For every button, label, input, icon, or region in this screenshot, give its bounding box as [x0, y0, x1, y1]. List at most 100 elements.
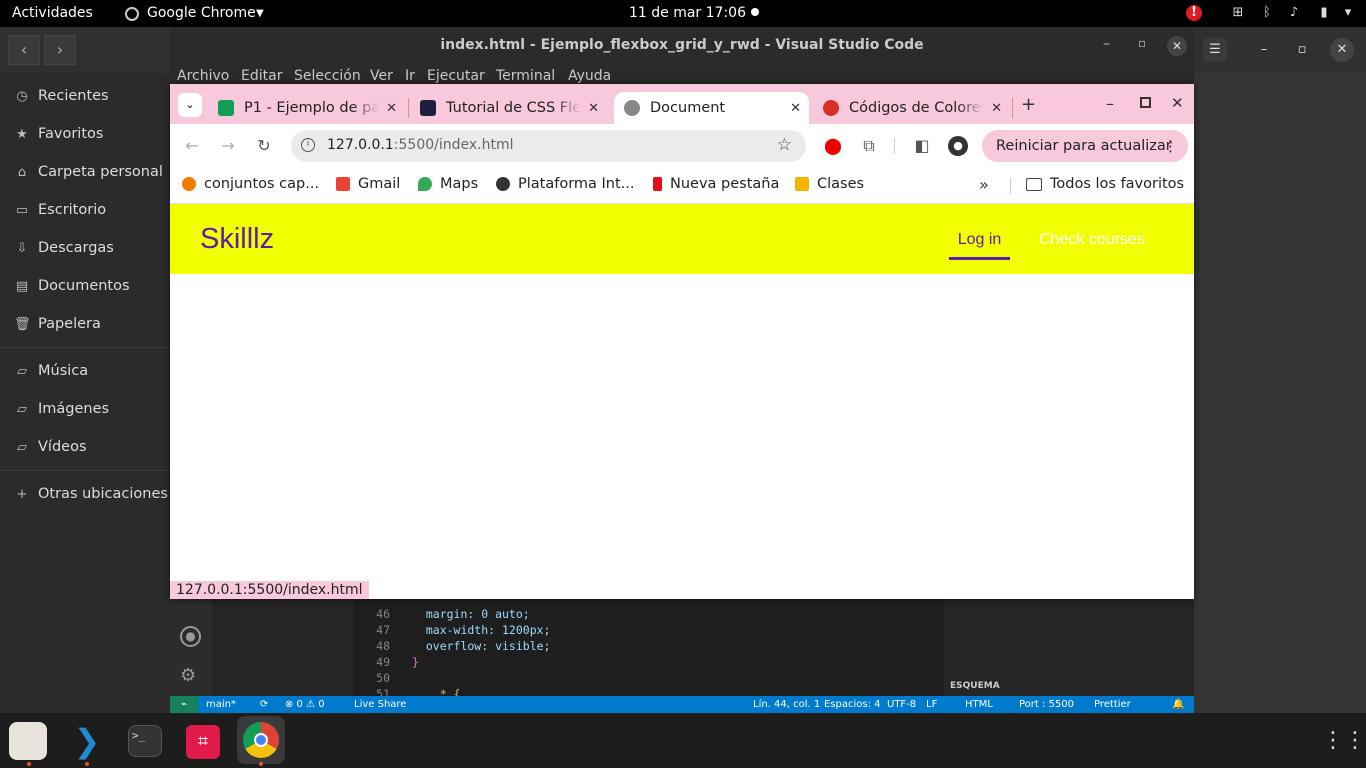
extensions-icon[interactable]: ⧉	[859, 136, 879, 156]
live-share-status[interactable]: Live Share	[354, 699, 406, 710]
new-tab-icon[interactable]: +	[1021, 94, 1036, 115]
menu-archivo[interactable]: Archivo	[177, 68, 229, 84]
back-icon[interactable]: ←	[182, 136, 202, 156]
relaunch-button[interactable]: Reiniciar para actualizar ⋮	[982, 130, 1188, 162]
tab-search-icon[interactable]: ⌄	[178, 93, 202, 117]
system-top-bar: Actividades Google Chrome ▼ 11 de mar 17…	[0, 0, 1366, 27]
address-bar[interactable]: i 127.0.0.1:5500/index.html ☆	[291, 130, 806, 162]
alert-icon[interactable]: !	[1186, 5, 1202, 21]
remote-icon[interactable]: ⌁	[170, 696, 198, 713]
problems-status[interactable]: ⊗ 0 ⚠ 0	[285, 699, 325, 710]
sidebar-item-recientes[interactable]: ◷ Recientes	[14, 85, 108, 107]
branch-status[interactable]: main*	[206, 699, 236, 710]
sidebar-item-escritorio[interactable]: ▭ Escritorio	[14, 199, 106, 221]
back-icon[interactable]: ‹	[8, 35, 40, 65]
chevron-down-icon[interactable]: ▾	[1340, 5, 1356, 21]
vscode-explorer	[212, 599, 354, 696]
info-icon[interactable]: i	[301, 138, 315, 152]
bookmark-conjuntos[interactable]: conjuntos cap...	[182, 176, 319, 192]
sync-icon[interactable]: ⟳	[260, 699, 268, 710]
code-editor[interactable]: 46 margin: 0 auto; 47 max-width: 1200px;…	[354, 599, 934, 696]
side-panel-icon[interactable]: ◧	[912, 136, 932, 156]
maximize-icon[interactable]	[1140, 97, 1151, 108]
bluetooth-icon[interactable]: ᛒ	[1259, 5, 1275, 21]
network-icon[interactable]: ⊞	[1230, 5, 1246, 21]
terminal-app-icon[interactable]: >_	[128, 725, 162, 757]
prettier-status[interactable]: Prettier	[1094, 699, 1131, 710]
reload-icon[interactable]: ↻	[254, 136, 274, 156]
language-status[interactable]: HTML	[965, 699, 993, 710]
tab-flex-tutorial[interactable]: Tutorial de CSS Flex ✕	[412, 92, 607, 124]
more-icon[interactable]: ⋮	[1163, 130, 1178, 162]
app-menu[interactable]: Google Chrome	[147, 5, 256, 21]
bell-icon[interactable]: 🔔	[1172, 699, 1184, 710]
vscode-app-icon[interactable]: ❯	[67, 722, 107, 760]
indentation-status[interactable]: Espacios: 4	[824, 699, 881, 710]
tab-p1[interactable]: P1 - Ejemplo de pág ✕	[210, 92, 405, 124]
sidebar-item-favoritos[interactable]: ★ Favoritos	[14, 123, 103, 145]
all-bookmarks-button[interactable]: Todos los favoritos	[1026, 176, 1184, 192]
port-status[interactable]: Port : 5500	[1019, 699, 1074, 710]
sidebar-item-videos[interactable]: ▱ Vídeos	[14, 436, 87, 458]
minimize-icon[interactable]: –	[1103, 36, 1110, 52]
bookmark-plataforma[interactable]: Plataforma Int...	[496, 176, 635, 192]
code-line: * {	[412, 687, 461, 696]
bookmark-maps[interactable]: Maps	[418, 176, 478, 192]
volume-icon[interactable]: ♪	[1286, 5, 1302, 21]
sidebar-item-musica[interactable]: ▱ Música	[14, 360, 88, 382]
gear-icon[interactable]: ⚙	[180, 665, 196, 686]
close-icon[interactable]: ✕	[790, 101, 801, 116]
menu-ejecutar[interactable]: Ejecutar	[427, 68, 485, 84]
divider	[1010, 178, 1011, 194]
bookmark-gmail[interactable]: Gmail	[336, 176, 400, 192]
menu-editar[interactable]: Editar	[241, 68, 282, 84]
running-indicator	[27, 762, 31, 766]
menu-ir[interactable]: Ir	[405, 68, 415, 84]
forward-icon[interactable]: ›	[44, 35, 76, 65]
sidebar-item-documentos[interactable]: ▤ Documentos	[14, 275, 130, 297]
close-icon[interactable]: ✕	[386, 101, 397, 116]
encoding-status[interactable]: UTF-8	[887, 699, 916, 710]
menu-ayuda[interactable]: Ayuda	[568, 68, 611, 84]
bookmark-nueva-pestana[interactable]: Nueva pestaña	[653, 176, 779, 192]
minimize-icon[interactable]: –	[1106, 94, 1114, 113]
nav-login-link[interactable]: Log in	[949, 204, 1010, 260]
nav-check-courses-link[interactable]: Check courses	[1039, 231, 1145, 249]
close-icon[interactable]: ✕	[1171, 94, 1184, 112]
close-icon[interactable]: ✕	[588, 101, 599, 116]
files-app-icon[interactable]	[9, 722, 47, 760]
close-icon[interactable]: ✕	[991, 101, 1002, 116]
minimize-icon[interactable]: –	[1252, 38, 1276, 62]
menu-ver[interactable]: Ver	[370, 68, 393, 84]
sidebar-item-papelera[interactable]: 🗑 Papelera	[14, 313, 101, 335]
battery-icon[interactable]: ▮	[1316, 5, 1332, 21]
sidebar-item-otras-ubicaciones[interactable]: + Otras ubicaciones	[14, 483, 168, 505]
menu-icon[interactable]: ☰	[1203, 38, 1227, 62]
maximize-icon[interactable]: ▫	[1138, 36, 1146, 50]
activities-button[interactable]: Actividades	[12, 5, 93, 21]
clock[interactable]: 11 de mar 17:06	[629, 5, 746, 21]
menu-terminal[interactable]: Terminal	[496, 68, 555, 84]
profile-avatar[interactable]: ●	[948, 136, 968, 156]
tab-document[interactable]: Document ✕	[614, 92, 809, 124]
screenshot-app-icon[interactable]: ⌗	[186, 725, 220, 759]
bookmark-clases[interactable]: Clases	[795, 176, 864, 192]
site-logo[interactable]: Skilllz	[200, 223, 274, 256]
maximize-icon[interactable]: ▫	[1290, 38, 1314, 62]
chevron-right-icon[interactable]: »	[979, 175, 989, 194]
sidebar-item-descargas[interactable]: ⇩ Descargas	[14, 237, 114, 259]
outline-header[interactable]: ESQUEMA	[950, 681, 1000, 691]
star-icon[interactable]: ☆	[777, 135, 792, 155]
menu-seleccion[interactable]: Selección	[294, 68, 361, 84]
close-icon[interactable]: ✕	[1330, 38, 1354, 62]
forward-icon[interactable]: →	[218, 136, 238, 156]
app-grid-icon[interactable]: ⋮⋮⋮	[1322, 726, 1366, 756]
sidebar-item-carpeta-personal[interactable]: ⌂ Carpeta personal	[14, 161, 163, 183]
account-icon[interactable]: ●	[180, 626, 201, 647]
close-icon[interactable]: ✕	[1167, 36, 1187, 56]
tab-color-codes[interactable]: Códigos de Colores ✕	[815, 92, 1010, 124]
eol-status[interactable]: LF	[926, 699, 937, 710]
sidebar-item-imagenes[interactable]: ▱ Imágenes	[14, 398, 109, 420]
cursor-position[interactable]: Lín. 44, col. 1	[753, 699, 820, 710]
adblock-icon[interactable]: ⬤	[823, 136, 843, 156]
